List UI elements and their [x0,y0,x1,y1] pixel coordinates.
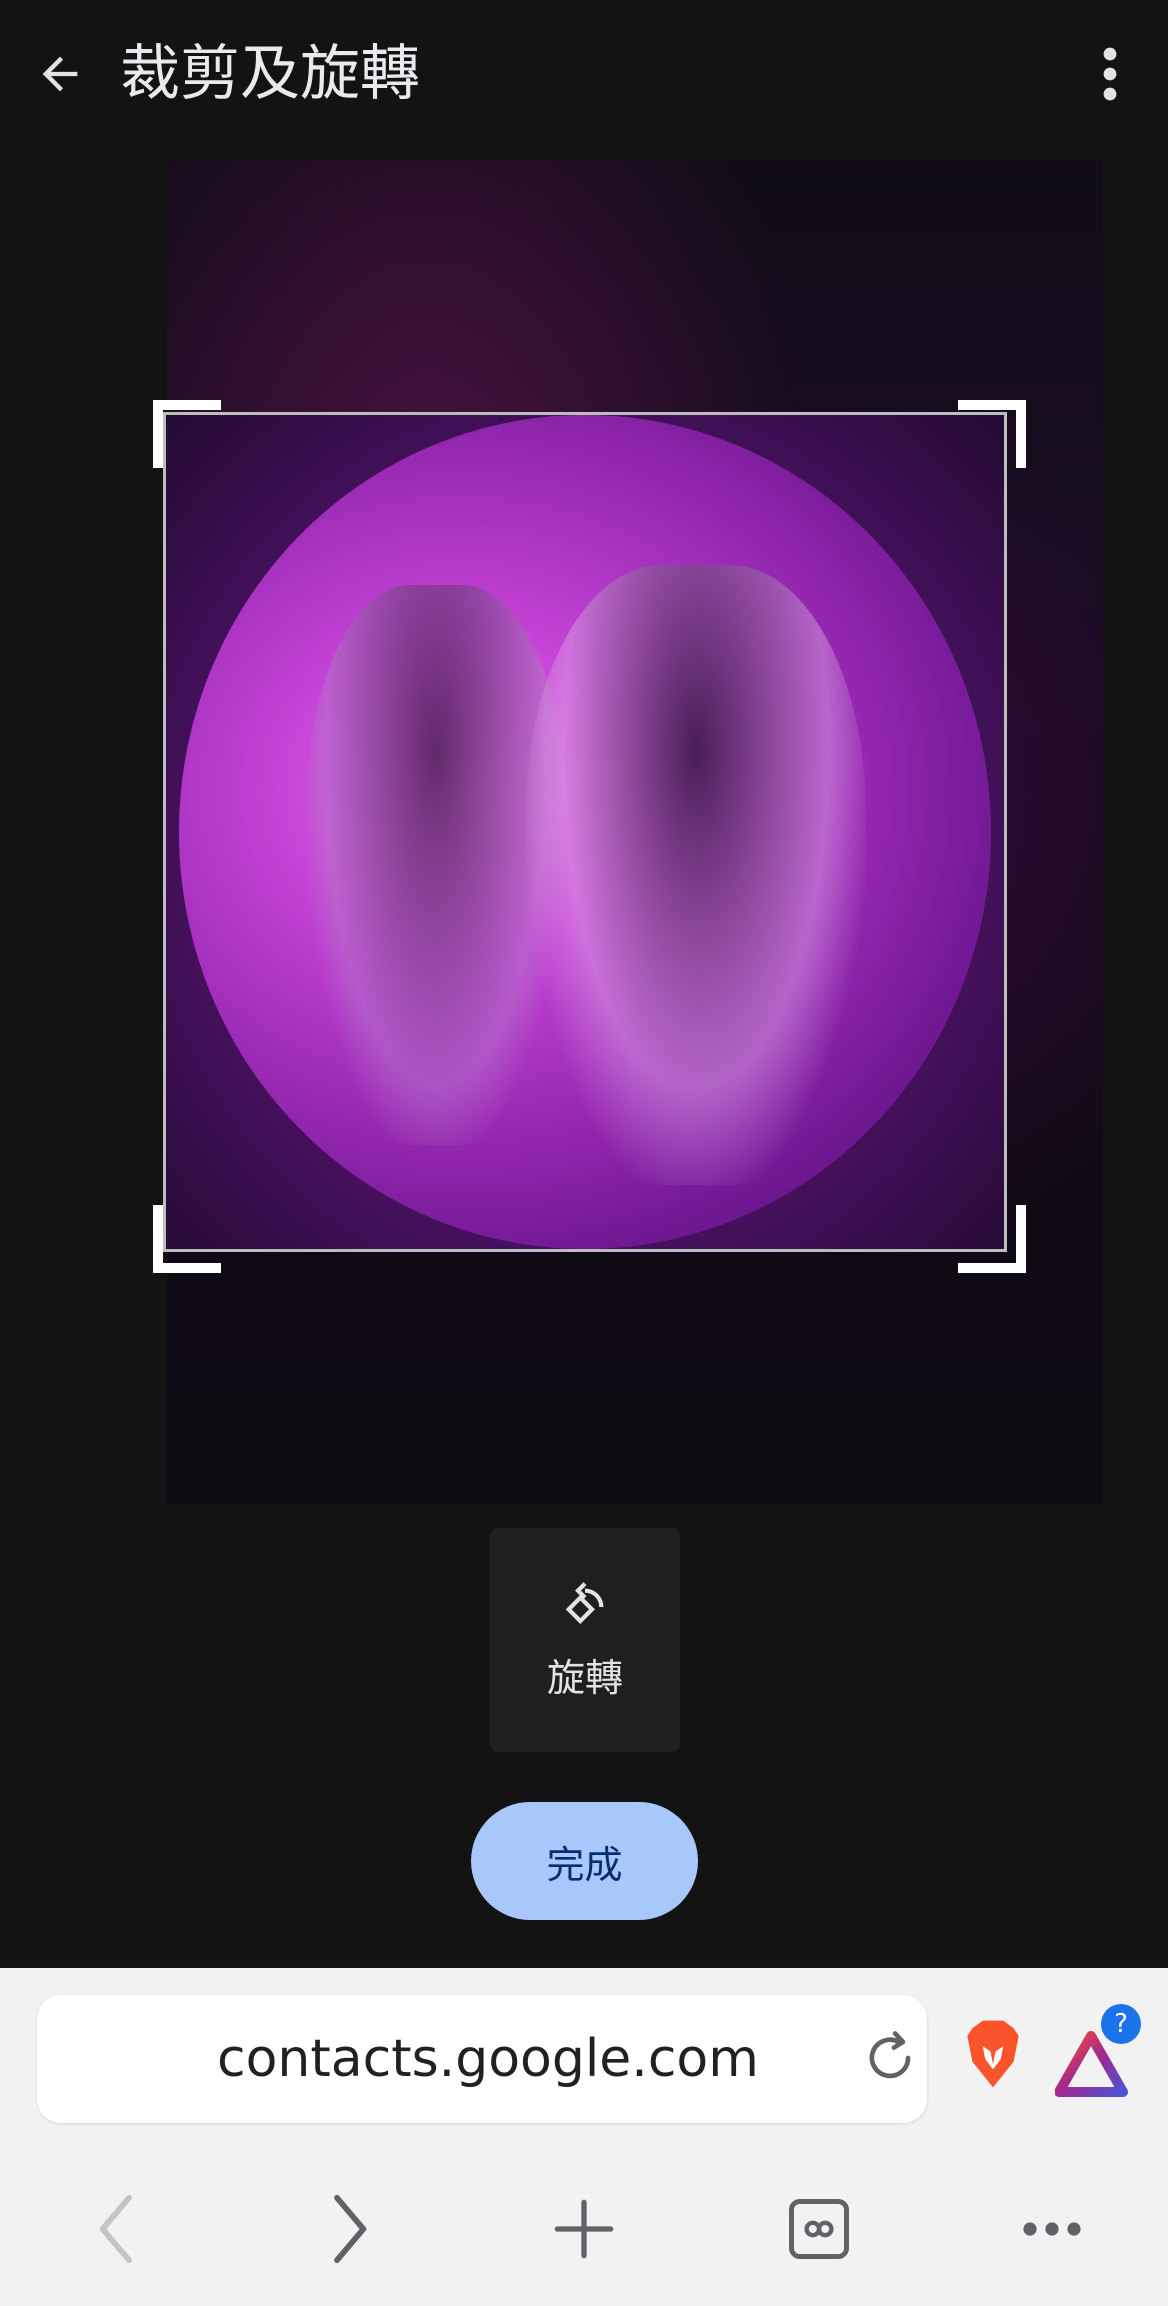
rotate-icon [565,1581,604,1624]
chevron-left-icon [99,2194,132,2264]
new-tab-button[interactable] [529,2174,639,2284]
more-horiz-icon [1023,2222,1081,2236]
brave-rewards-button[interactable]: ? [1055,2004,1151,2104]
crop-handle-bottom-left[interactable] [153,1205,221,1273]
app-bar: 裁剪及旋轉 [0,0,1168,150]
brave-shields-button[interactable] [955,2010,1031,2098]
crop-handle-top-right[interactable] [958,400,1026,468]
reload-icon [869,2031,911,2079]
more-options-button[interactable] [1080,38,1140,110]
rotate-label: 旋轉 [546,1655,623,1700]
browser-back-button[interactable] [62,2174,172,2284]
address-bar[interactable]: contacts.google.com [37,1995,927,2123]
page-title: 裁剪及旋轉 [120,39,420,109]
plus-icon [554,2199,614,2259]
browser-toolbar: contacts.google.com ? [0,1968,1168,2306]
more-vert-icon [1103,47,1117,101]
crop-handle-bottom-right[interactable] [958,1205,1026,1273]
arrow-back-icon [42,56,78,92]
brave-lion-icon [967,2020,1019,2088]
back-button[interactable] [24,38,96,110]
rewards-badge: ? [1101,2004,1141,2044]
chevron-right-icon [334,2194,367,2264]
reload-button[interactable] [855,2023,925,2093]
browser-nav-row [0,2174,1168,2284]
rotate-button[interactable]: 旋轉 [490,1528,680,1752]
crop-frame[interactable] [163,412,1007,1252]
browser-menu-button[interactable] [997,2174,1107,2284]
tab-switcher-icon [789,2199,849,2259]
browser-forward-button[interactable] [294,2174,404,2284]
tabs-button[interactable] [764,2174,874,2284]
done-button[interactable]: 完成 [471,1802,698,1920]
crop-handle-top-left[interactable] [153,400,221,468]
url-text[interactable]: contacts.google.com [217,2025,759,2093]
